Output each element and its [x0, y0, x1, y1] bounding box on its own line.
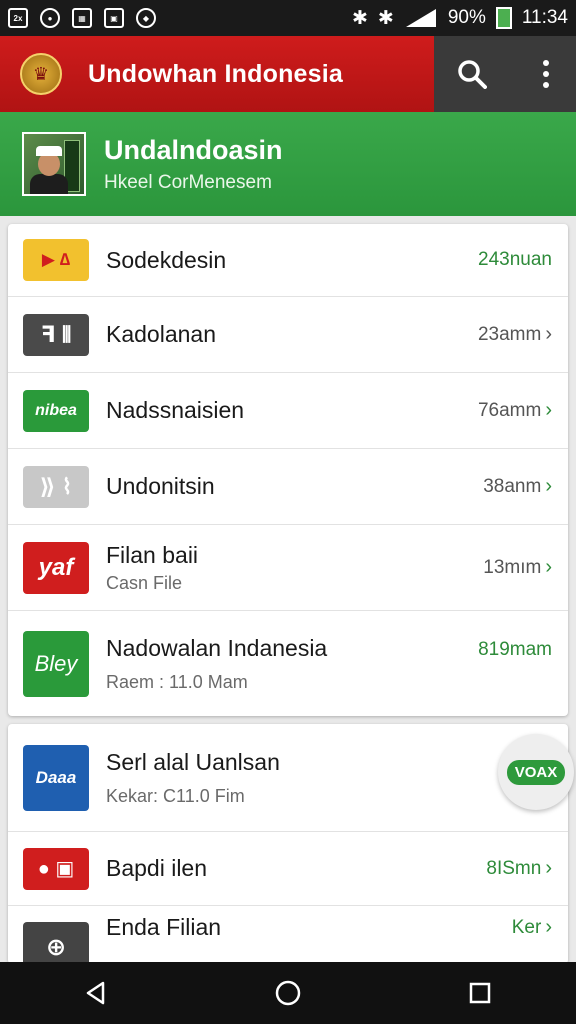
app-title: Undowhan Indonesia — [88, 59, 343, 88]
list-item-subtitle: Raem : 11.0 Mam — [106, 671, 248, 692]
primary-list-card: ▶ ∆ Sodekdesin 243nuan ꟻ ⫴ Kadolanan 23a… — [8, 224, 568, 716]
chevron-right-icon: › — [545, 556, 552, 578]
secondary-list-card: Daaa Serl alal Uanlsan Kekar: C11.0 Fim … — [8, 724, 568, 964]
app-bar: ♛ Undowhan Indonesia — [0, 36, 576, 112]
list-item-meta-text: 243nuan — [478, 249, 552, 270]
system-nav-bar — [0, 962, 576, 1024]
list-item-title: Kadolanan — [106, 321, 216, 347]
list-item[interactable]: ꟻ ⫴ Kadolanan 23amm › — [8, 297, 568, 373]
overflow-menu-button[interactable] — [522, 50, 570, 98]
list-item-meta-text: 819mam — [478, 639, 552, 660]
portal-icon: ⊕ — [23, 922, 89, 964]
list-item-title: Bapdi ilen — [106, 855, 208, 881]
recents-icon — [469, 982, 491, 1004]
list-item[interactable]: ⟫ ⌇ Undonitsin 38anm › — [8, 449, 568, 525]
fab-label: VOAX — [506, 759, 566, 785]
list-item-meta: 8ISmn › — [486, 857, 552, 880]
battery-icon — [495, 7, 512, 29]
bluetooth-secondary-icon: ✱ — [377, 7, 394, 29]
screenshot-icon: 2x — [8, 8, 28, 28]
search-button[interactable] — [448, 50, 496, 98]
chevron-right-icon: › — [545, 475, 552, 497]
list-item-meta: 38anm › — [483, 475, 552, 498]
gallery-icon: ▦ — [72, 8, 92, 28]
script-icon: Bley — [23, 630, 89, 697]
logo-icon: ⟫ ⌇ — [23, 465, 89, 508]
list-item-title: Nadssnaisien — [106, 397, 245, 423]
list-item-meta: 23amm › — [478, 323, 552, 346]
profile-header[interactable]: Undalndoasin Hkeel CorMenesem — [0, 112, 576, 216]
play-icon: ▶ ∆ — [23, 239, 89, 281]
more-vert-icon — [543, 60, 549, 88]
list-item-title: Enda Filian — [106, 914, 222, 940]
list-item[interactable]: ▶ ∆ Sodekdesin 243nuan — [8, 224, 568, 297]
chevron-right-icon: › — [545, 857, 552, 879]
home-button[interactable] — [258, 968, 318, 1018]
recents-button[interactable] — [450, 968, 510, 1018]
record-icon: ● — [40, 8, 60, 28]
list-item-meta-text: 23amm — [477, 323, 542, 345]
tv-icon: ● ▣ — [23, 847, 89, 890]
list-item[interactable]: yaf Filan baii Casn File 13mım › — [8, 525, 568, 611]
home-icon — [275, 980, 301, 1006]
header-subtitle: Hkeel CorMenesem — [104, 171, 272, 193]
system-icons: ✱ ✱ 90% 11:34 — [352, 7, 568, 30]
dana-icon: Daaa — [23, 744, 89, 811]
list-item[interactable]: ● ▣ Bapdi ilen 8ISmn › — [8, 832, 568, 906]
battery-percent: 90% — [447, 7, 486, 28]
list-item-meta: Ker › — [512, 916, 552, 939]
list-item[interactable]: Bley Nadowalan Indanesia Raem : 11.0 Mam… — [8, 611, 568, 716]
gallery-app-icon: ꟻ ⫴ — [23, 313, 89, 356]
yaf-icon: yaf — [23, 541, 89, 594]
list-item-meta-text: Ker — [511, 916, 542, 938]
back-icon — [86, 981, 105, 1005]
list-item-meta: 243nuan — [478, 249, 552, 271]
app-bar-title-area: ♛ Undowhan Indonesia — [0, 36, 434, 112]
bluetooth-icon: ✱ — [351, 7, 368, 29]
floating-action-button[interactable]: VOAX — [498, 734, 574, 810]
news-icon: nibea — [23, 389, 89, 432]
shield-icon: ◆ — [136, 8, 156, 28]
list-item-meta: 76amm › — [478, 399, 552, 422]
status-bar: 2x ● ▦ ▣ ◆ ✱ ✱ 90% 11:34 — [0, 0, 576, 36]
chevron-right-icon: › — [545, 916, 552, 938]
list-item-meta-text: 38anm — [483, 475, 542, 497]
back-button[interactable] — [66, 968, 126, 1018]
emblem-icon: ♛ — [20, 53, 62, 95]
list-item-title: Nadowalan Indanesia — [106, 634, 328, 661]
list-item[interactable]: Daaa Serl alal Uanlsan Kekar: C11.0 Fim — [8, 724, 568, 832]
search-icon — [458, 60, 487, 89]
list-item[interactable]: ⊕ Enda Filian Ker › — [8, 906, 568, 964]
list-item-title: Filan baii — [106, 541, 199, 568]
list-item-subtitle: Casn File — [106, 572, 183, 593]
list-item[interactable]: nibea Nadssnaisien 76amm › — [8, 373, 568, 449]
notification-icons: 2x ● ▦ ▣ ◆ — [8, 8, 156, 28]
profile-thumbnail — [22, 132, 86, 196]
list-item-meta: 13mım › — [483, 556, 552, 579]
list-item-title: Undonitsin — [106, 473, 215, 499]
list-item-meta-text: 13mım — [483, 556, 542, 578]
chevron-right-icon: › — [545, 323, 552, 345]
bag-icon: ▣ — [104, 8, 124, 28]
list-item-title: Serl alal Uanlsan — [106, 748, 280, 775]
list-item-title: Sodekdesin — [106, 246, 227, 273]
signal-icon — [405, 9, 436, 27]
clock: 11:34 — [521, 7, 568, 28]
list-item-subtitle: Kekar: C11.0 Fim — [106, 785, 245, 806]
list-item-meta-text: 8ISmn — [486, 857, 542, 879]
chevron-right-icon: › — [545, 399, 552, 421]
list-item-meta: 819mam — [478, 639, 552, 661]
list-item-meta-text: 76amm — [477, 399, 542, 421]
header-title: Undalndoasin — [104, 134, 283, 165]
